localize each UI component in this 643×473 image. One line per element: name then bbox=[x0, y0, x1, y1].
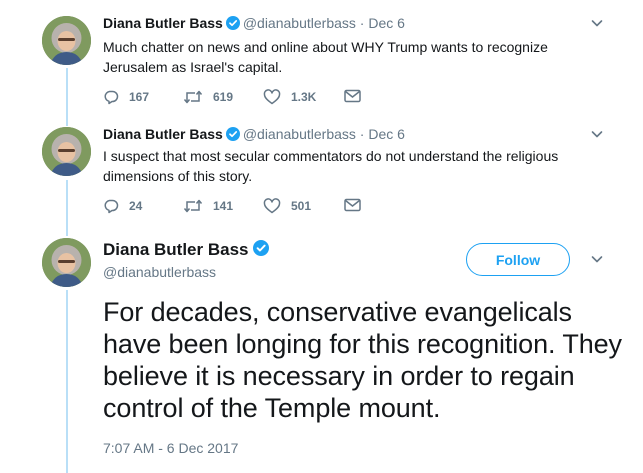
retweet-button[interactable]: 619 bbox=[183, 89, 233, 105]
tweet-date[interactable]: Dec 6 bbox=[368, 15, 405, 31]
envelope-icon bbox=[344, 198, 361, 212]
author-name-text[interactable]: Diana Butler Bass bbox=[103, 240, 249, 259]
tweet-header: Diana Butler Bass @dianabutlerbass · Dec … bbox=[103, 15, 405, 33]
thread-line bbox=[66, 180, 68, 236]
author-name[interactable]: Diana Butler Bass bbox=[103, 15, 223, 31]
follow-button[interactable]: Follow bbox=[466, 243, 570, 276]
tweet-text: I suspect that most secular commentators… bbox=[103, 148, 559, 184]
reply-count: 24 bbox=[129, 199, 143, 213]
chevron-down-icon[interactable] bbox=[590, 127, 604, 146]
tweet-date[interactable]: Dec 6 bbox=[368, 126, 405, 142]
chevron-down-icon[interactable] bbox=[590, 16, 604, 35]
reply-button[interactable]: 24 bbox=[103, 198, 142, 214]
reply-icon bbox=[103, 198, 119, 214]
reply-count: 167 bbox=[129, 90, 150, 104]
separator-dot: · bbox=[359, 126, 365, 142]
tweet-header: Diana Butler Bass @dianabutlerbass · Dec … bbox=[103, 126, 405, 144]
author-handle[interactable]: @dianabutlerbass bbox=[103, 264, 216, 280]
avatar[interactable] bbox=[42, 238, 91, 287]
like-button[interactable]: 1.3K bbox=[263, 89, 316, 105]
retweet-count: 141 bbox=[213, 199, 234, 213]
like-button[interactable]: 501 bbox=[263, 198, 311, 214]
tweet-text: Much chatter on news and online about WH… bbox=[103, 39, 548, 75]
author-name: Diana Butler Bass bbox=[103, 240, 272, 261]
verified-badge-icon bbox=[225, 16, 240, 33]
main-tweet-text: For decades, conservative evangelicals h… bbox=[103, 297, 622, 423]
retweet-count: 619 bbox=[213, 90, 234, 104]
retweet-button[interactable]: 141 bbox=[183, 198, 233, 214]
author-handle[interactable]: @dianabutlerbass bbox=[243, 15, 356, 31]
separator-dot: · bbox=[359, 15, 365, 31]
envelope-icon bbox=[344, 89, 361, 103]
verified-badge-icon bbox=[225, 127, 240, 144]
author-handle[interactable]: @dianabutlerbass bbox=[243, 126, 356, 142]
verified-badge-icon bbox=[252, 240, 269, 261]
reply-button[interactable]: 167 bbox=[103, 89, 149, 105]
tweet-actions: 24 141 501 bbox=[103, 198, 403, 218]
heart-icon bbox=[263, 89, 281, 105]
dm-button[interactable] bbox=[344, 89, 361, 103]
like-count: 501 bbox=[291, 199, 312, 213]
reply-icon bbox=[103, 89, 119, 105]
thread-line bbox=[66, 68, 68, 126]
author-name[interactable]: Diana Butler Bass bbox=[103, 126, 223, 142]
avatar[interactable] bbox=[42, 127, 91, 176]
like-count: 1.3K bbox=[291, 90, 317, 104]
thread-line bbox=[66, 290, 68, 473]
chevron-down-icon[interactable] bbox=[590, 252, 604, 271]
tweet-actions: 167 619 1.3K bbox=[103, 89, 403, 109]
dm-button[interactable] bbox=[344, 198, 361, 212]
tweet-timestamp[interactable]: 7:07 AM - 6 Dec 2017 bbox=[103, 440, 238, 456]
heart-icon bbox=[263, 198, 281, 214]
avatar[interactable] bbox=[42, 16, 91, 65]
retweet-icon bbox=[183, 198, 203, 214]
retweet-icon bbox=[183, 89, 203, 105]
